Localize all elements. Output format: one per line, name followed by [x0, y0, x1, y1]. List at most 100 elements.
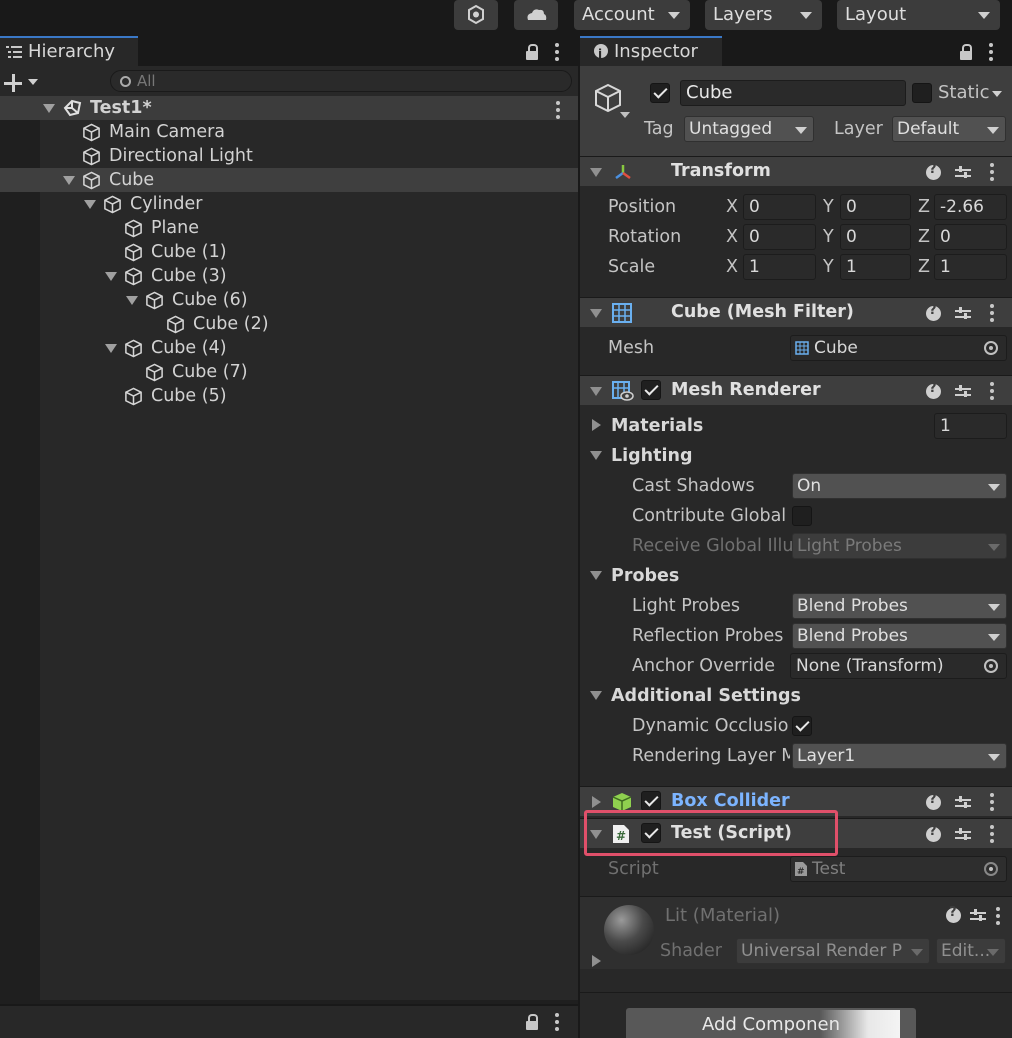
tree-item[interactable]: Cube (2)	[0, 312, 578, 336]
kebab-menu-icon[interactable]	[555, 43, 559, 64]
materials-section-label[interactable]: Materials	[611, 416, 703, 436]
object-picker-icon[interactable]	[984, 862, 998, 876]
layers-dropdown[interactable]: Layers	[705, 0, 822, 30]
scale-y-input[interactable]: 1	[840, 254, 911, 280]
material-preview-sphere[interactable]	[604, 905, 654, 955]
presets-icon[interactable]	[955, 166, 971, 180]
tree-item[interactable]: Cube (1)	[0, 240, 578, 264]
lighting-section-label[interactable]: Lighting	[611, 446, 692, 466]
fold-open-icon[interactable]	[590, 451, 602, 460]
tab-hierarchy[interactable]: Hierarchy	[0, 36, 138, 66]
reflection-probes-dropdown[interactable]: Blend Probes	[792, 623, 1007, 649]
mesh-renderer-header[interactable]: Mesh Renderer	[580, 375, 1012, 405]
position-z-input[interactable]: -2.66	[934, 194, 1007, 220]
axis-z-label[interactable]: Z	[918, 226, 930, 248]
shader-edit-button[interactable]: Edit...	[936, 938, 1006, 964]
tab-inspector[interactable]: Inspector	[580, 36, 722, 68]
fold-open-icon[interactable]	[590, 691, 602, 700]
presets-icon[interactable]	[955, 385, 971, 399]
light-probes-dropdown[interactable]: Blend Probes	[792, 593, 1007, 619]
axis-y-label[interactable]: Y	[823, 226, 834, 248]
tree-item[interactable]: Cube (4)	[0, 336, 578, 360]
axis-x-label[interactable]: X	[726, 196, 738, 218]
rotation-z-input[interactable]: 0	[934, 224, 1007, 250]
script-object-field[interactable]: # Test	[790, 856, 1007, 882]
tree-item[interactable]: Main Camera	[0, 120, 578, 144]
fold-closed-icon[interactable]	[592, 419, 601, 431]
fold-open-icon[interactable]	[105, 344, 117, 353]
kebab-menu-icon[interactable]	[996, 907, 1000, 928]
axis-y-label[interactable]: Y	[823, 196, 834, 218]
receive-gi-dropdown[interactable]: Light Probes	[792, 533, 1007, 559]
layer-dropdown[interactable]: Default	[892, 116, 1006, 142]
presets-icon[interactable]	[955, 307, 971, 321]
additional-settings-label[interactable]: Additional Settings	[611, 686, 801, 706]
lock-icon[interactable]	[526, 1014, 538, 1030]
position-x-input[interactable]: 0	[743, 194, 816, 220]
box-collider-enabled-checkbox[interactable]	[641, 791, 661, 811]
scale-z-input[interactable]: 1	[934, 254, 1007, 280]
materials-size-input[interactable]: 1	[934, 413, 1007, 439]
axis-x-label[interactable]: X	[726, 226, 738, 248]
presets-icon[interactable]	[970, 909, 986, 923]
chevron-down-icon[interactable]	[992, 91, 1002, 97]
layout-dropdown[interactable]: Layout	[837, 0, 1000, 30]
axis-z-label[interactable]: Z	[918, 256, 930, 278]
presets-icon[interactable]	[955, 796, 971, 810]
axis-y-label[interactable]: Y	[823, 256, 834, 278]
fold-open-icon[interactable]	[590, 571, 602, 580]
rotation-x-input[interactable]: 0	[743, 224, 816, 250]
fold-open-icon[interactable]	[84, 200, 96, 209]
fold-open-icon[interactable]	[590, 387, 602, 396]
shader-dropdown[interactable]: Universal Render P	[736, 938, 930, 964]
mesh-object-field[interactable]: Cube	[790, 335, 1007, 361]
hierarchy-search-input[interactable]: All	[110, 70, 572, 92]
help-icon[interactable]	[926, 824, 941, 842]
fold-open-icon[interactable]	[63, 176, 75, 185]
axis-x-label[interactable]: X	[726, 256, 738, 278]
rotation-y-input[interactable]: 0	[840, 224, 911, 250]
fold-closed-icon[interactable]	[592, 955, 601, 967]
help-icon[interactable]	[926, 303, 941, 321]
active-checkbox[interactable]	[650, 83, 670, 103]
fold-open-icon[interactable]	[590, 309, 602, 318]
help-icon[interactable]	[926, 381, 941, 399]
position-y-input[interactable]: 0	[840, 194, 911, 220]
tree-item[interactable]: Cube (7)	[0, 360, 578, 384]
fold-open-icon[interactable]	[126, 296, 138, 305]
mesh-filter-header[interactable]: Cube (Mesh Filter)	[580, 297, 1012, 327]
transform-header[interactable]: Transform	[580, 156, 1012, 186]
fold-open-icon[interactable]	[43, 104, 55, 113]
kebab-menu-icon[interactable]	[990, 163, 994, 184]
fold-closed-icon[interactable]	[592, 796, 601, 808]
chevron-down-icon[interactable]	[620, 112, 630, 118]
rendering-layer-dropdown[interactable]: Layer1	[792, 743, 1007, 769]
tree-item[interactable]: Directional Light	[0, 144, 578, 168]
lock-icon[interactable]	[526, 44, 538, 60]
object-name-input[interactable]: Cube	[680, 80, 906, 106]
cast-shadows-dropdown[interactable]: On	[792, 473, 1007, 499]
kebab-menu-icon[interactable]	[990, 793, 994, 814]
tree-item[interactable]: Cube	[0, 168, 578, 192]
object-picker-icon[interactable]	[984, 341, 998, 355]
chevron-down-icon[interactable]	[28, 79, 38, 85]
dynamic-occlusion-checkbox[interactable]	[792, 716, 812, 736]
kebab-menu-icon[interactable]	[990, 382, 994, 403]
contribute-gi-checkbox[interactable]	[792, 506, 812, 526]
presets-icon[interactable]	[955, 828, 971, 842]
fold-open-icon[interactable]	[105, 272, 117, 281]
kebab-menu-icon[interactable]	[555, 1013, 559, 1034]
tree-item[interactable]: Cube (5)	[0, 384, 578, 408]
scale-x-input[interactable]: 1	[743, 254, 816, 280]
tag-dropdown[interactable]: Untagged	[684, 116, 814, 142]
anchor-override-field[interactable]: None (Transform)	[790, 653, 1007, 679]
help-icon[interactable]	[946, 905, 961, 923]
tree-item[interactable]: Cube (6)	[0, 288, 578, 312]
static-checkbox[interactable]	[912, 83, 932, 103]
lock-icon[interactable]	[960, 44, 972, 60]
mesh-renderer-enabled-checkbox[interactable]	[641, 380, 661, 400]
tree-item[interactable]: Cylinder	[0, 192, 578, 216]
axis-z-label[interactable]: Z	[918, 196, 930, 218]
tree-item[interactable]: Plane	[0, 216, 578, 240]
add-icon[interactable]	[4, 74, 22, 92]
